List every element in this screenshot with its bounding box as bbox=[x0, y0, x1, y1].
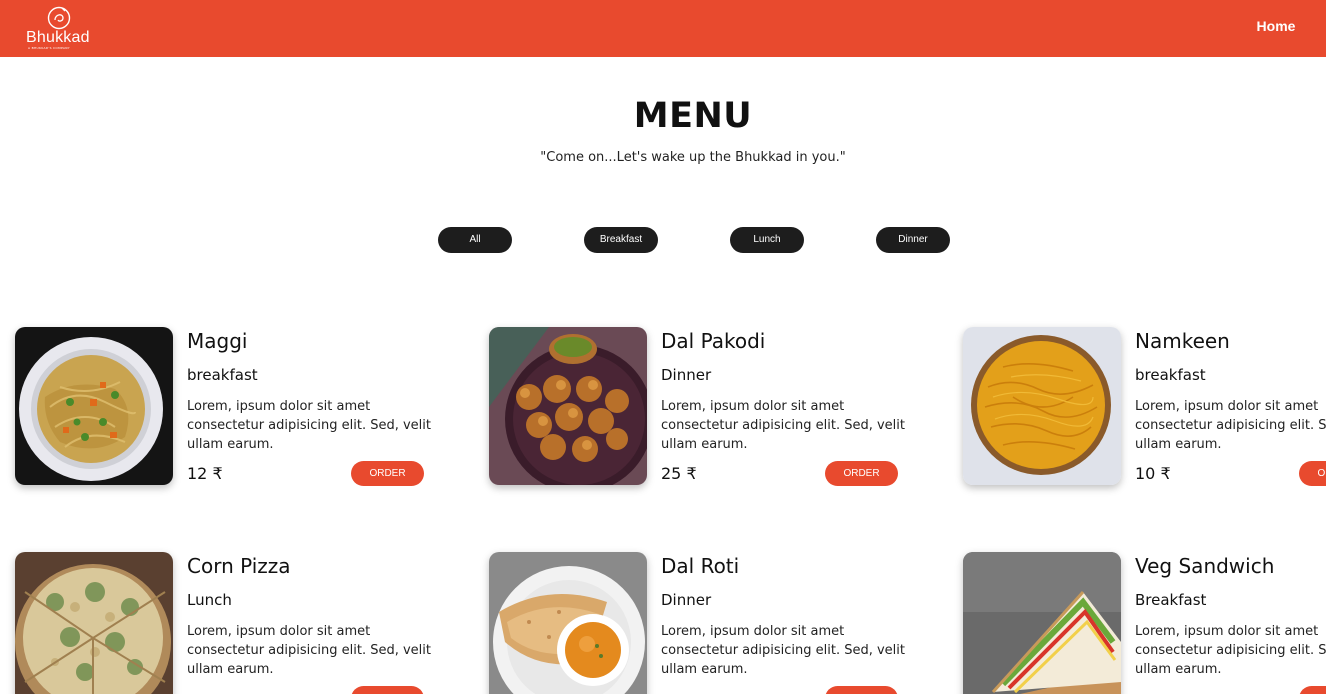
item-category: Lunch bbox=[187, 591, 232, 609]
item-price: 25 ₹ bbox=[661, 464, 697, 483]
item-name: Maggi bbox=[187, 329, 248, 353]
brand-name: Bhukkad bbox=[26, 29, 90, 46]
filter-dinner-button[interactable]: Dinner bbox=[876, 227, 950, 253]
item-name: Dal Pakodi bbox=[661, 329, 766, 353]
item-description: Lorem, ipsum dolor sit amet consectetur … bbox=[661, 399, 905, 452]
item-name: Veg Sandwich bbox=[1135, 554, 1275, 578]
item-name: Dal Roti bbox=[661, 554, 740, 578]
order-button[interactable]: ORDER bbox=[825, 461, 898, 486]
item-description: Lorem, ipsum dolor sit amet consectetur … bbox=[187, 624, 431, 677]
item-category: breakfast bbox=[187, 366, 258, 384]
nav-home-link[interactable]: Home bbox=[1238, 18, 1314, 34]
menu-item-card: Namkeen breakfast Lorem, ipsum dolor sit… bbox=[963, 327, 1326, 497]
order-button[interactable]: ORDER bbox=[351, 686, 424, 694]
filter-all-button[interactable]: All bbox=[438, 227, 512, 253]
item-description: Lorem, ipsum dolor sit amet consectetur … bbox=[187, 399, 431, 452]
chef-logo-icon bbox=[47, 6, 71, 30]
item-category: Breakfast bbox=[1135, 591, 1207, 609]
filter-breakfast-button[interactable]: Breakfast bbox=[584, 227, 658, 253]
order-button[interactable]: ORDER bbox=[351, 461, 424, 486]
item-description: Lorem, ipsum dolor sit amet consectetur … bbox=[1135, 399, 1326, 452]
item-category: Dinner bbox=[661, 591, 712, 609]
item-category: breakfast bbox=[1135, 366, 1206, 384]
order-button[interactable]: ORDER bbox=[1299, 461, 1326, 486]
filter-lunch-button[interactable]: Lunch bbox=[730, 227, 804, 253]
food-image-corn-pizza bbox=[15, 552, 173, 694]
menu-item-card: Maggi breakfast Lorem, ipsum dolor sit a… bbox=[15, 327, 475, 497]
item-price: 10 ₹ bbox=[1135, 464, 1171, 483]
menu-item-card: Dal Roti Dinner Lorem, ipsum dolor sit a… bbox=[489, 552, 949, 694]
menu-item-card: Veg Sandwich Breakfast Lorem, ipsum dolo… bbox=[963, 552, 1326, 694]
food-image-maggi bbox=[15, 327, 173, 485]
brand-logo[interactable]: Bhukkad A BHUKKAD'S COMPANY bbox=[24, 5, 96, 50]
item-name: Namkeen bbox=[1135, 329, 1230, 353]
food-image-dal-pakodi bbox=[489, 327, 647, 485]
food-image-namkeen bbox=[963, 327, 1121, 485]
menu-item-card: Dal Pakodi Dinner Lorem, ipsum dolor sit… bbox=[489, 327, 949, 497]
brand-tagline: A BHUKKAD'S COMPANY bbox=[28, 46, 70, 50]
order-button[interactable]: ORDER bbox=[825, 686, 898, 694]
order-button[interactable]: ORDER bbox=[1299, 686, 1326, 694]
top-navbar: Bhukkad A BHUKKAD'S COMPANY Home bbox=[0, 0, 1326, 57]
item-description: Lorem, ipsum dolor sit amet consectetur … bbox=[1135, 624, 1326, 677]
food-image-veg-sandwich bbox=[963, 552, 1121, 694]
food-image-dal-roti bbox=[489, 552, 647, 694]
item-description: Lorem, ipsum dolor sit amet consectetur … bbox=[661, 624, 905, 677]
page-title: MENU bbox=[633, 96, 753, 136]
page-subtitle: "Come on...Let's wake up the Bhukkad in … bbox=[540, 150, 846, 165]
menu-item-card: Corn Pizza Lunch Lorem, ipsum dolor sit … bbox=[15, 552, 475, 694]
item-category: Dinner bbox=[661, 366, 712, 384]
item-price: 12 ₹ bbox=[187, 464, 223, 483]
item-name: Corn Pizza bbox=[187, 554, 291, 578]
